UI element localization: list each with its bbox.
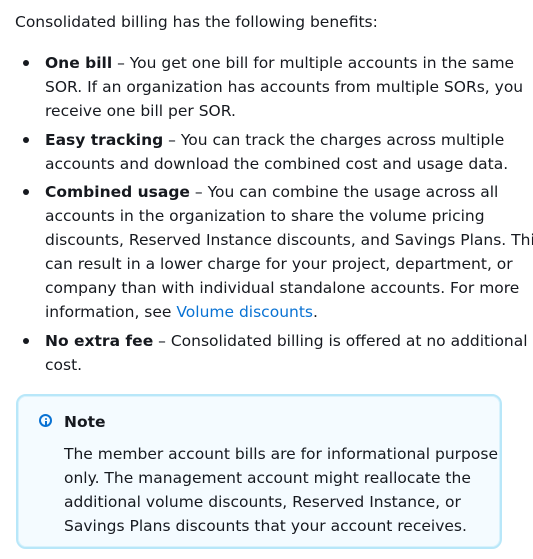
benefit-line: You can track the charges across multipl… (180, 131, 505, 149)
note-title: Note (64, 413, 106, 431)
info-circle-icon (39, 414, 52, 427)
term-separator: – (112, 54, 130, 72)
benefit-description: Easy tracking – You can track the charge… (45, 128, 513, 176)
benefit-line: Consolidated billing is offered at no ad… (170, 332, 528, 350)
note-callout: Note The member account bills are for in… (16, 394, 502, 549)
bullet-icon (23, 189, 29, 195)
benefit-term: Combined usage (45, 183, 190, 201)
note-line: Savings Plans discounts that your accoun… (64, 517, 467, 535)
note-line: additional volume discounts, Reserved In… (64, 493, 461, 511)
benefit-description: Combined usage – You can combine the usa… (45, 180, 533, 324)
list-item-no-extra-fee: No extra fee – Consolidated billing is o… (23, 329, 528, 377)
benefit-line: information, see (45, 303, 177, 321)
term-separator: – (153, 332, 171, 350)
benefit-line: You can combine the usage across all (207, 183, 499, 201)
benefit-line: SOR. If an organization has accounts fro… (45, 78, 524, 96)
benefit-term: Easy tracking (45, 131, 164, 149)
note-body: The member account bills are for informa… (64, 442, 498, 538)
benefit-description: No extra fee – Consolidated billing is o… (45, 329, 528, 377)
note-line: only. The management account might reall… (64, 469, 471, 487)
benefit-line: discounts, Reserved Instance discounts, … (45, 231, 533, 249)
volume-discounts-link[interactable]: Volume discounts (176, 303, 313, 321)
benefit-line: cost. (45, 356, 83, 374)
benefit-line: You get one bill for multiple accounts i… (129, 54, 515, 72)
bullet-icon (23, 60, 29, 66)
list-item-easy-tracking: Easy tracking – You can track the charge… (23, 128, 513, 176)
bullet-icon (23, 338, 29, 344)
bullet-icon (23, 137, 29, 143)
benefit-line: receive one bill per SOR. (45, 102, 236, 120)
note-line: The member account bills are for informa… (64, 445, 498, 463)
intro-text: Consolidated billing has the following b… (15, 13, 378, 31)
benefit-line: can result in a lower charge for your pr… (45, 255, 513, 273)
list-item-one-bill: One bill – You get one bill for multiple… (23, 51, 524, 123)
benefit-line: company than with individual standalone … (45, 279, 520, 297)
benefit-term: One bill (45, 54, 113, 72)
benefit-line: accounts and download the combined cost … (45, 155, 509, 173)
line-suffix: . (313, 303, 318, 321)
benefit-description: One bill – You get one bill for multiple… (45, 51, 524, 123)
term-separator: – (163, 131, 181, 149)
term-separator: – (189, 183, 208, 201)
benefit-line: accounts in the organization to share th… (45, 207, 485, 225)
list-item-combined-usage: Combined usage – You can combine the usa… (23, 180, 533, 324)
benefit-term: No extra fee (45, 332, 154, 350)
